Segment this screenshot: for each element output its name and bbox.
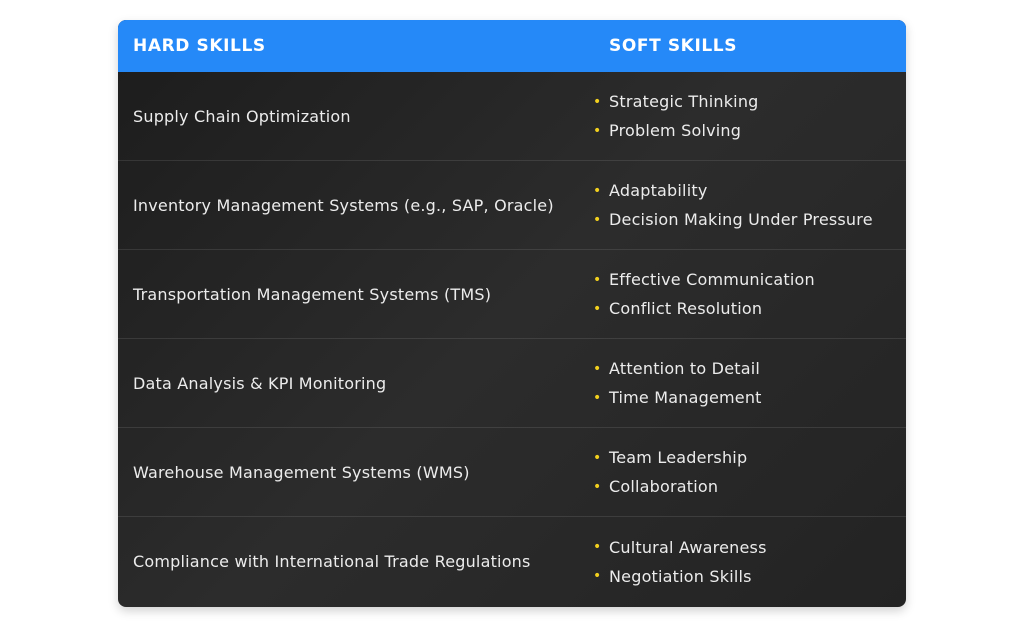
- soft-skill-label: Collaboration: [609, 477, 719, 496]
- bullet-icon: •: [593, 360, 602, 377]
- soft-skill-label: Team Leadership: [609, 448, 748, 467]
- skills-table: HARD SKILLS SOFT SKILLS Supply Chain Opt…: [118, 20, 906, 607]
- soft-skill-label: Strategic Thinking: [609, 92, 759, 111]
- bullet-icon: •: [593, 389, 602, 406]
- bullet-icon: •: [593, 539, 602, 555]
- hard-skill-cell: Compliance with International Trade Regu…: [133, 552, 531, 571]
- soft-skill-label: Decision Making Under Pressure: [609, 210, 873, 229]
- table-row: Compliance with International Trade Regu…: [118, 517, 906, 606]
- soft-skill-label: Negotiation Skills: [609, 566, 752, 586]
- bullet-icon: •: [593, 449, 602, 466]
- soft-skill-list: • Team Leadership • Collaboration: [593, 443, 906, 501]
- soft-skill-list: • Cultural Awareness • Negotiation Skills: [593, 533, 906, 591]
- soft-skill-list: • Attention to Detail • Time Management: [593, 354, 906, 412]
- table-row: Inventory Management Systems (e.g., SAP,…: [118, 161, 906, 250]
- table-row: Supply Chain Optimization • Strategic Thi…: [118, 72, 906, 161]
- soft-skills-heading: SOFT SKILLS: [609, 36, 738, 56]
- bullet-icon: •: [593, 93, 602, 110]
- bullet-icon: •: [593, 478, 602, 495]
- hard-skill-cell: Data Analysis & KPI Monitoring: [133, 373, 387, 393]
- list-item: • Strategic Thinking: [593, 87, 906, 116]
- list-item: • Collaboration: [593, 472, 906, 501]
- list-item: • Adaptability: [593, 176, 906, 205]
- bullet-icon: •: [593, 182, 602, 199]
- bullet-icon: •: [593, 568, 602, 584]
- list-item: • Time Management: [593, 383, 906, 412]
- soft-skill-label: Problem Solving: [609, 121, 742, 140]
- list-item: • Problem Solving: [593, 116, 906, 145]
- soft-skill-label: Effective Communication: [609, 270, 815, 289]
- soft-skill-label: Adaptability: [609, 181, 708, 200]
- bullet-icon: •: [593, 271, 602, 288]
- hard-skill-cell: Warehouse Management Systems (WMS): [133, 462, 470, 482]
- soft-skill-list: • Adaptability • Decision Making Under Pre…: [593, 176, 906, 234]
- list-item: • Cultural Awareness: [593, 533, 906, 562]
- soft-skill-label: Cultural Awareness: [609, 537, 767, 557]
- list-item: • Conflict Resolution: [593, 294, 906, 323]
- list-item: • Attention to Detail: [593, 354, 906, 383]
- table-row: Warehouse Management Systems (WMS) • Team…: [118, 428, 906, 517]
- table-row: Data Analysis & KPI Monitoring • Attentio…: [118, 339, 906, 428]
- table-header: HARD SKILLS SOFT SKILLS: [118, 20, 906, 72]
- soft-skill-label: Time Management: [609, 388, 762, 407]
- hard-skills-heading: HARD SKILLS: [133, 36, 266, 56]
- soft-skill-list: • Strategic Thinking • Problem Solving: [593, 87, 906, 145]
- soft-skill-list: • Effective Communication • Conflict Resol…: [593, 265, 906, 323]
- bullet-icon: •: [593, 211, 602, 228]
- list-item: • Team Leadership: [593, 443, 906, 472]
- soft-skill-label: Attention to Detail: [609, 359, 761, 378]
- list-item: • Decision Making Under Pressure: [593, 205, 906, 234]
- list-item: • Effective Communication: [593, 265, 906, 294]
- table-row: Transportation Management Systems (TMS) …: [118, 250, 906, 339]
- hard-skill-cell: Inventory Management Systems (e.g., SAP,…: [133, 195, 554, 215]
- hard-skill-cell: Transportation Management Systems (TMS): [133, 284, 492, 304]
- soft-skill-label: Conflict Resolution: [609, 299, 763, 318]
- bullet-icon: •: [593, 300, 602, 317]
- list-item: • Negotiation Skills: [593, 562, 906, 591]
- hard-skill-cell: Supply Chain Optimization: [133, 106, 351, 126]
- table-body: Supply Chain Optimization • Strategic Thi…: [118, 72, 906, 606]
- bullet-icon: •: [593, 122, 602, 139]
